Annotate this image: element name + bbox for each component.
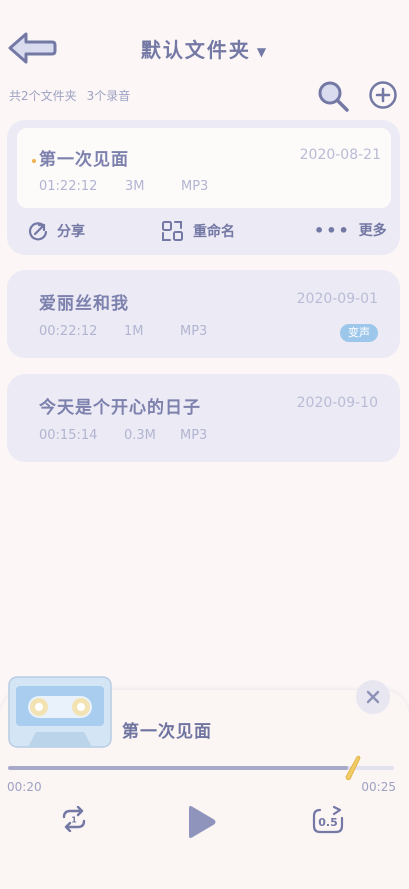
- recording-date: 2020-09-01: [296, 291, 378, 307]
- recording-name: 今天是个开心的日子: [39, 398, 201, 418]
- search-icon[interactable]: [316, 79, 350, 113]
- more-button[interactable]: ••• 更多: [314, 220, 387, 240]
- time-total: 00:25: [361, 780, 396, 794]
- recording-card-3[interactable]: 今天是个开心的日子 2020-09-10 00:15:14 0.3M MP3: [7, 374, 400, 462]
- recording-card-2[interactable]: 爱丽丝和我 2020-09-01 00:22:12 1M MP3 变声: [7, 270, 400, 358]
- more-dots-icon: •••: [314, 220, 351, 240]
- recording-date: 2020-09-10: [296, 395, 378, 411]
- progress-fill: [8, 766, 348, 770]
- add-icon[interactable]: [368, 80, 398, 110]
- recording-duration: 01:22:12: [39, 179, 98, 194]
- mini-player: 第一次见面 00:20 00:25 1 0.5: [0, 676, 409, 889]
- recording-name: 第一次见面: [39, 150, 129, 170]
- recording-count: 3个录音: [86, 89, 131, 103]
- repeat-icon[interactable]: 1: [59, 806, 89, 832]
- recording-duration: 00:22:12: [39, 324, 98, 339]
- share-label: 分享: [57, 224, 85, 240]
- folder-summary: 共2个文件夹 3个录音: [9, 87, 130, 104]
- rename-icon: [162, 221, 183, 241]
- close-icon: [366, 690, 380, 704]
- recording-card-1[interactable]: 第一次见面 2020-08-21 01:22:12 3M MP3 分享 重命名 …: [7, 120, 400, 255]
- share-icon: [28, 222, 48, 241]
- recording-size: 0.3M: [124, 428, 156, 443]
- recording-card-1-header[interactable]: 第一次见面 2020-08-21 01:22:12 3M MP3: [17, 128, 391, 208]
- recording-date: 2020-08-21: [299, 147, 381, 163]
- speed-icon[interactable]: 0.5: [312, 806, 346, 836]
- recording-size: 1M: [124, 324, 144, 339]
- recording-format: MP3: [180, 428, 208, 443]
- header: 默认文件夹 ▼ 共2个文件夹 3个录音: [0, 0, 409, 120]
- voice-change-badge: 变声: [340, 324, 378, 342]
- play-icon[interactable]: [184, 804, 218, 840]
- playing-indicator-dot: [32, 159, 36, 163]
- recording-size: 3M: [125, 179, 145, 194]
- progress-bar[interactable]: [8, 755, 394, 781]
- more-label: 更多: [358, 223, 387, 239]
- recording-format: MP3: [180, 324, 208, 339]
- folder-selector[interactable]: 默认文件夹 ▼: [0, 34, 409, 63]
- caret-down-icon: ▼: [256, 44, 269, 59]
- folder-count: 共2个文件夹: [9, 89, 77, 103]
- recording-name: 爱丽丝和我: [39, 294, 129, 314]
- now-playing-title: 第一次见面: [122, 722, 212, 742]
- rename-button[interactable]: 重命名: [161, 220, 235, 242]
- rename-label: 重命名: [193, 224, 235, 240]
- progress-handle-icon[interactable]: [342, 753, 362, 781]
- close-player-button[interactable]: [356, 680, 390, 714]
- recording-duration: 00:15:14: [39, 428, 98, 443]
- svg-text:1: 1: [71, 816, 77, 825]
- speed-label: 0.5: [318, 816, 338, 829]
- cassette-icon: [8, 676, 112, 748]
- folder-title: 默认文件夹: [140, 38, 251, 62]
- time-current: 00:20: [7, 780, 42, 794]
- share-button[interactable]: 分享: [27, 220, 85, 242]
- recording-format: MP3: [181, 179, 209, 194]
